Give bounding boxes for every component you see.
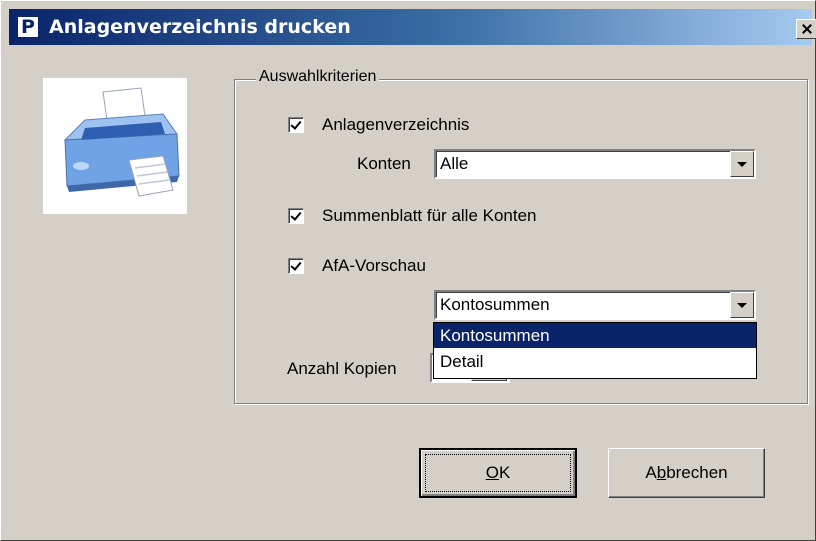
konten-select[interactable]: Alle bbox=[434, 149, 756, 179]
cancel-button-label: Abbrechen bbox=[645, 463, 728, 482]
title-bar[interactable]: P Anlagenverzeichnis drucken bbox=[9, 9, 816, 45]
print-dialog: P Anlagenverzeichnis drucken Auswahlkrit… bbox=[0, 0, 816, 541]
afa-vorschau-label: AfA-Vorschau bbox=[322, 256, 426, 275]
dropdown-option-detail[interactable]: Detail bbox=[434, 349, 756, 374]
anlagenverzeichnis-checkbox[interactable] bbox=[288, 117, 304, 133]
printer-icon bbox=[43, 78, 187, 214]
konten-value: Alle bbox=[440, 154, 469, 173]
konten-label: Konten bbox=[357, 154, 411, 173]
afa-mode-value: Kontosummen bbox=[440, 295, 550, 314]
close-button[interactable] bbox=[796, 19, 816, 39]
window-title: Anlagenverzeichnis drucken bbox=[49, 16, 351, 38]
summenblatt-label: Summenblatt für alle Konten bbox=[322, 206, 537, 225]
anlagenverzeichnis-label: Anlagenverzeichnis bbox=[322, 115, 470, 134]
afa-vorschau-checkbox[interactable] bbox=[288, 258, 304, 274]
ok-button-label: OK bbox=[485, 463, 511, 482]
afa-mode-dropdown-list: Kontosummen Detail bbox=[433, 322, 757, 379]
cancel-button[interactable]: Abbrechen bbox=[608, 448, 765, 498]
app-logo-icon: P bbox=[17, 16, 39, 38]
summenblatt-checkbox[interactable] bbox=[288, 208, 304, 224]
afa-mode-select[interactable]: Kontosummen bbox=[434, 290, 756, 320]
dropdown-option-kontosummen[interactable]: Kontosummen bbox=[434, 323, 756, 348]
chevron-down-icon[interactable] bbox=[730, 151, 754, 177]
anzahl-kopien-label: Anzahl Kopien bbox=[287, 359, 397, 378]
group-legend: Auswahlkriterien bbox=[256, 67, 380, 87]
ok-button[interactable]: OK bbox=[419, 448, 577, 498]
chevron-down-icon[interactable] bbox=[730, 292, 754, 318]
